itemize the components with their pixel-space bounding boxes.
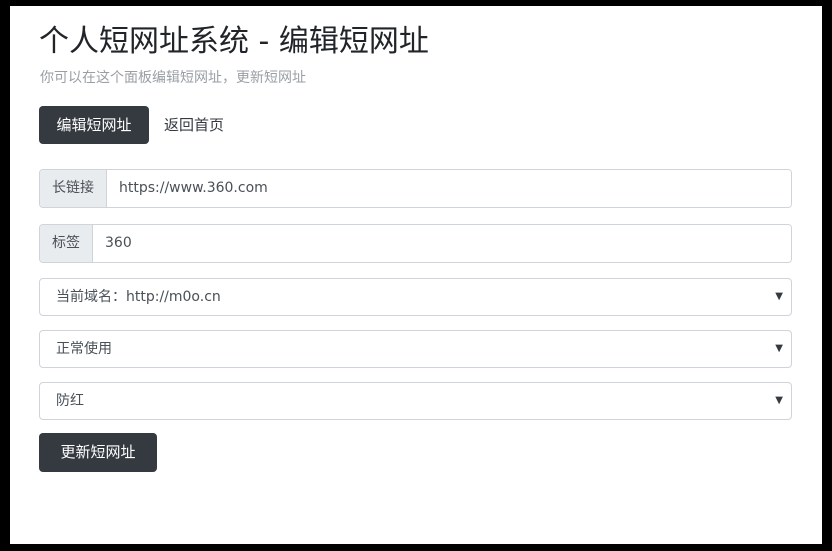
page-title: 个人短网址系统 - 编辑短网址 [39,24,429,59]
tag-input[interactable]: 360 [93,225,791,262]
status-select[interactable]: 正常使用 ▼ [39,330,792,368]
long-url-group: 长链接 https://www.360.com [39,169,792,208]
domain-select-value: 当前域名：http://m0o.cn [56,289,221,305]
caret-down-icon: ▼ [775,291,783,302]
status-select-value: 正常使用 [56,341,112,357]
page-subtitle: 你可以在这个面板编辑短网址，更新短网址 [40,70,306,86]
back-home-link[interactable]: 返回首页 [164,106,224,144]
update-short-url-button[interactable]: 更新短网址 [39,433,157,472]
long-url-input[interactable]: https://www.360.com [107,170,791,207]
caret-down-icon: ▼ [775,395,783,406]
protection-select[interactable]: 防红 ▼ [39,382,792,420]
main-panel: 个人短网址系统 - 编辑短网址 你可以在这个面板编辑短网址，更新短网址 编辑短网… [10,6,822,544]
tag-label: 标签 [40,225,93,262]
long-url-label: 长链接 [40,170,107,207]
tag-group: 标签 360 [39,224,792,263]
caret-down-icon: ▼ [775,343,783,354]
domain-select[interactable]: 当前域名：http://m0o.cn ▼ [39,278,792,316]
edit-short-url-tab[interactable]: 编辑短网址 [39,106,149,144]
protection-select-value: 防红 [56,393,84,409]
